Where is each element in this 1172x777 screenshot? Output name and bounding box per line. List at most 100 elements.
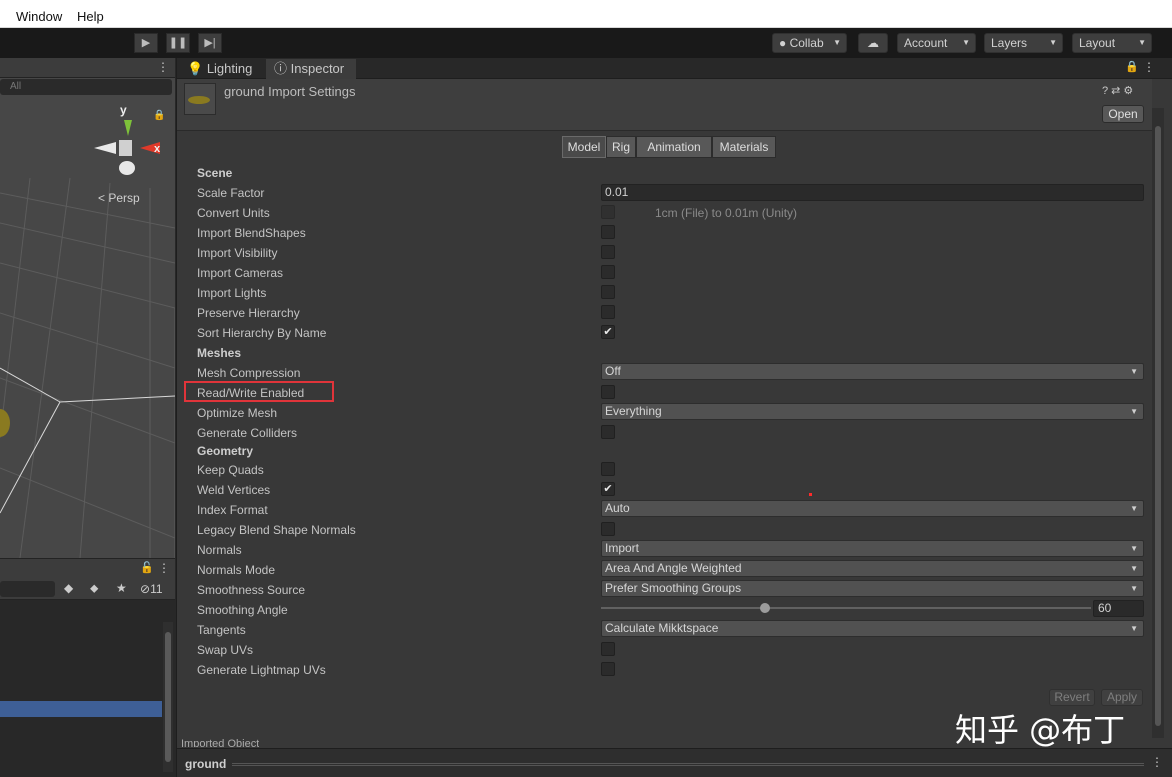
smoothing-angle-input[interactable]: 60 xyxy=(1093,600,1144,617)
pause-icon[interactable]: ❚❚ xyxy=(166,33,190,53)
smoothness-source-dropdown[interactable]: Prefer Smoothing Groups ▼ xyxy=(601,580,1144,597)
gizmo-neg-x-arrow xyxy=(94,142,116,154)
normals-mode-dropdown[interactable]: Area And Angle Weighted ▼ xyxy=(601,560,1144,577)
more-icon[interactable]: ⋮ xyxy=(1143,60,1155,74)
import-lights-checkbox[interactable] xyxy=(601,285,615,299)
index-format-dropdown[interactable]: Auto ▼ xyxy=(601,500,1144,517)
revert-button[interactable]: Revert xyxy=(1049,689,1095,706)
normals-value: Import xyxy=(605,541,640,555)
imported-object-header[interactable]: Imported Object xyxy=(181,738,259,747)
section-scene: Scene xyxy=(197,166,233,180)
label-mesh-compression: Mesh Compression xyxy=(197,366,301,380)
layers-dropdown[interactable]: Layers ▼ xyxy=(984,33,1063,53)
star-icon[interactable]: ★ xyxy=(116,581,127,595)
normals-dropdown[interactable]: Import ▼ xyxy=(601,540,1144,557)
convert-units-checkbox[interactable] xyxy=(601,205,615,219)
preset-icon[interactable]: ⇄ xyxy=(1111,85,1123,97)
more-icon[interactable]: ⋮ xyxy=(1151,755,1163,769)
smoothing-angle-slider-handle[interactable] xyxy=(760,603,770,613)
asset-name: ground xyxy=(185,757,227,771)
caret-down-icon: ▼ xyxy=(1130,624,1138,633)
menu-help[interactable]: Help xyxy=(77,9,104,24)
lock-icon[interactable]: 🔒 xyxy=(153,110,165,121)
label-weld-vertices: Weld Vertices xyxy=(197,483,271,497)
drag-handle[interactable] xyxy=(232,763,1144,766)
generate-colliders-checkbox[interactable] xyxy=(601,425,615,439)
label-smoothing-angle: Smoothing Angle xyxy=(197,603,288,617)
gizmo-x-label: x xyxy=(154,143,161,155)
optimize-mesh-dropdown[interactable]: Everything ▼ xyxy=(601,403,1144,420)
convert-units-hint: 1cm (File) to 0.01m (Unity) xyxy=(655,206,798,220)
legacy-blend-checkbox[interactable] xyxy=(601,522,615,536)
collab-button[interactable]: ● Collab ▼ xyxy=(772,33,847,53)
more-icon[interactable]: ⋮ xyxy=(157,60,169,74)
account-dropdown[interactable]: Account ▼ xyxy=(897,33,976,53)
section-meshes: Meshes xyxy=(197,346,242,360)
lightmap-uvs-checkbox[interactable] xyxy=(601,662,615,676)
caret-down-icon: ▼ xyxy=(1130,407,1138,416)
apply-button[interactable]: Apply xyxy=(1101,689,1143,706)
index-format-value: Auto xyxy=(605,501,630,515)
caret-down-icon: ▼ xyxy=(1130,367,1138,376)
tab-rig[interactable]: Rig xyxy=(606,136,636,158)
tag-icon[interactable]: ⬥ xyxy=(90,581,98,596)
filter-icon[interactable]: ◆ xyxy=(64,581,73,595)
tab-lighting-label: Lighting xyxy=(206,61,253,76)
label-tangents: Tangents xyxy=(197,623,246,637)
help-icon[interactable]: ? xyxy=(1102,85,1111,97)
section-geometry: Geometry xyxy=(197,444,254,458)
hierarchy-search-input[interactable] xyxy=(0,581,55,597)
gizmo-y-label: y xyxy=(120,103,127,117)
tab-animation[interactable]: Animation xyxy=(636,136,712,158)
label-import-cameras: Import Cameras xyxy=(197,266,284,280)
lock-icon[interactable]: 🔒 xyxy=(1125,60,1139,73)
lock-icon[interactable]: 🔓 xyxy=(140,561,154,574)
smoothing-angle-slider-track[interactable] xyxy=(601,607,1091,609)
more-icon[interactable]: ⋮ xyxy=(158,561,170,575)
label-normals-mode: Normals Mode xyxy=(197,563,276,577)
gizmo-neg-y xyxy=(119,161,135,175)
swap-uvs-checkbox[interactable] xyxy=(601,642,615,656)
scene-search-input[interactable]: All xyxy=(0,79,172,95)
menu-window[interactable]: Window xyxy=(16,9,62,24)
label-generate-colliders: Generate Colliders xyxy=(197,426,298,440)
tab-model[interactable]: Model xyxy=(562,136,606,158)
label-swap-uvs: Swap UVs xyxy=(197,643,254,657)
tab-materials[interactable]: Materials xyxy=(712,136,776,158)
step-icon[interactable]: ▶| xyxy=(198,33,222,53)
label-sort-hierarchy: Sort Hierarchy By Name xyxy=(197,326,327,340)
hierarchy-selected-row[interactable] xyxy=(0,701,162,717)
read-write-checkbox[interactable] xyxy=(601,385,615,399)
inspector-scrollbar[interactable] xyxy=(1152,108,1164,738)
weld-vertices-checkbox[interactable]: ✔ xyxy=(601,482,615,496)
tangents-dropdown[interactable]: Calculate Mikktspace ▼ xyxy=(601,620,1144,637)
preserve-hierarchy-checkbox[interactable] xyxy=(601,305,615,319)
layout-dropdown[interactable]: Layout ▼ xyxy=(1072,33,1152,53)
scene-view[interactable]: ⋮ All y x 🔒 < Persp xyxy=(0,58,175,558)
open-button[interactable]: Open xyxy=(1102,105,1144,123)
mesh-compression-dropdown[interactable]: Off ▼ xyxy=(601,363,1144,380)
keep-quads-checkbox[interactable] xyxy=(601,462,615,476)
bulb-icon: 💡 xyxy=(187,61,204,76)
import-visibility-checkbox[interactable] xyxy=(601,245,615,259)
play-icon[interactable]: ▶ xyxy=(134,33,158,53)
gizmo-cube xyxy=(119,140,132,156)
optimize-mesh-value: Everything xyxy=(605,404,662,418)
sort-hierarchy-checkbox[interactable]: ✔ xyxy=(601,325,615,339)
hierarchy-scrollbar[interactable] xyxy=(163,622,173,772)
tab-bar: 💡 Lighting ⓘ Inspector 🔒 ⋮ xyxy=(177,58,1172,79)
label-optimize-mesh: Optimize Mesh xyxy=(197,406,278,420)
smoothness-source-value: Prefer Smoothing Groups xyxy=(605,581,742,595)
import-cameras-checkbox[interactable] xyxy=(601,265,615,279)
cloud-button[interactable]: ☁ xyxy=(858,33,888,53)
import-blendshapes-checkbox[interactable] xyxy=(601,225,615,239)
label-import-blendshapes: Import BlendShapes xyxy=(197,226,306,240)
label-legacy-blend: Legacy Blend Shape Normals xyxy=(197,523,356,537)
gear-icon[interactable]: ⚙ xyxy=(1123,85,1136,97)
tab-lighting[interactable]: 💡 Lighting xyxy=(179,59,263,79)
tab-inspector[interactable]: ⓘ Inspector xyxy=(266,59,356,79)
persp-label[interactable]: < Persp xyxy=(98,191,140,205)
hierarchy-list[interactable] xyxy=(0,620,175,777)
hidden-count[interactable]: ⊘11 xyxy=(140,582,163,596)
scale-factor-input[interactable]: 0.01 xyxy=(601,184,1144,201)
